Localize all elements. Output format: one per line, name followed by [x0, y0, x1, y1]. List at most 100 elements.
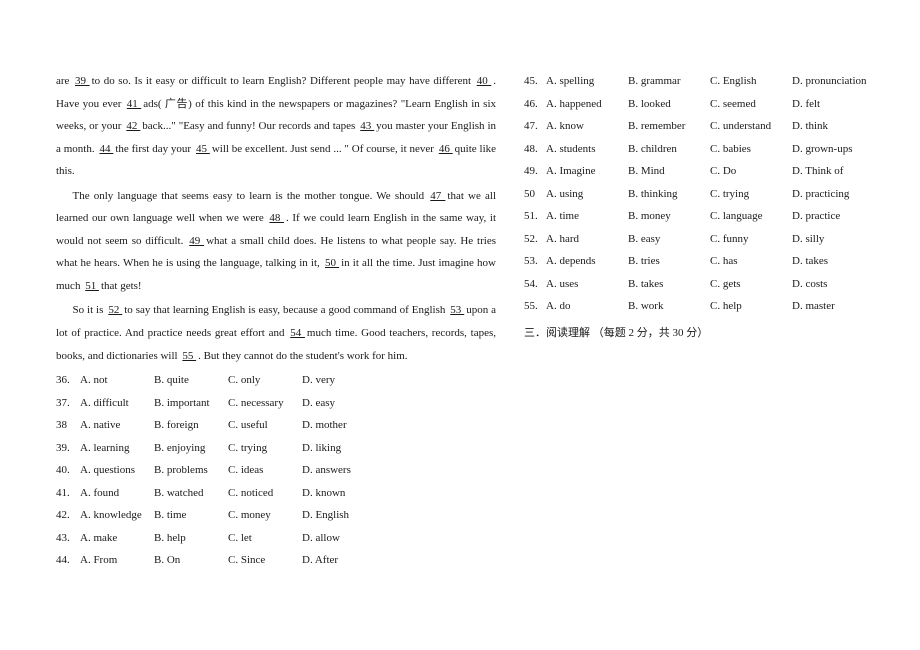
option-choice: B. work: [628, 295, 710, 318]
option-row: 53.A. dependsB. triesC. hasD. takes: [524, 250, 882, 273]
option-choice: A. not: [80, 369, 154, 392]
option-row: 42.A. knowledgeB. timeC. moneyD. English: [56, 504, 496, 527]
option-choice: B. takes: [628, 273, 710, 296]
option-choice: B. watched: [154, 482, 228, 505]
text: the first day your: [115, 143, 194, 155]
option-number: 51.: [524, 205, 546, 228]
option-number: 45.: [524, 70, 546, 93]
option-row: 47.A. knowB. rememberC. understandD. thi…: [524, 115, 882, 138]
option-number: 43.: [56, 527, 80, 550]
option-choice: A. do: [546, 295, 628, 318]
cloze-paragraph-2: The only language that seems easy to lea…: [56, 185, 496, 298]
option-row: 54.A. usesB. takesC. getsD. costs: [524, 273, 882, 296]
page: are 39 to do so. Is it easy or difficult…: [0, 0, 920, 650]
option-choice: D. takes: [792, 250, 874, 273]
option-choice: B. problems: [154, 459, 228, 482]
option-choice: A. students: [546, 138, 628, 161]
option-choice: B. tries: [628, 250, 710, 273]
text: back..." "Easy and funny! Our records an…: [142, 120, 358, 132]
option-choice: A. Imagine: [546, 160, 628, 183]
option-choice: B. On: [154, 549, 228, 572]
option-choice: A. uses: [546, 273, 628, 296]
option-number: 38: [56, 414, 80, 437]
option-number: 40.: [56, 459, 80, 482]
option-choice: B. easy: [628, 228, 710, 251]
option-choice: B. quite: [154, 369, 228, 392]
option-row: 55.A. doB. workC. helpD. master: [524, 295, 882, 318]
option-choice: B. grammar: [628, 70, 710, 93]
option-number: 36.: [56, 369, 80, 392]
option-choice: B. remember: [628, 115, 710, 138]
blank-42: 42: [124, 120, 142, 132]
left-column: are 39 to do so. Is it easy or difficult…: [56, 70, 496, 620]
blank-47: 47: [428, 190, 447, 202]
option-choice: A. know: [546, 115, 628, 138]
option-choice: A. time: [546, 205, 628, 228]
option-choice: A. From: [80, 549, 154, 572]
blank-52: 52: [106, 304, 124, 316]
option-choice: C. necessary: [228, 392, 302, 415]
option-choice: D. grown-ups: [792, 138, 874, 161]
text: . But they cannot do the student's work …: [198, 350, 407, 362]
option-choice: D. very: [302, 369, 376, 392]
option-row: 41.A. foundB. watchedC. noticedD. known: [56, 482, 496, 505]
option-choice: C. only: [228, 369, 302, 392]
blank-53: 53: [448, 304, 466, 316]
option-choice: C. Since: [228, 549, 302, 572]
option-choice: D. mother: [302, 414, 376, 437]
option-choice: C. help: [710, 295, 792, 318]
option-row: 39.A. learningB. enjoyingC. tryingD. lik…: [56, 437, 496, 460]
option-choice: C. useful: [228, 414, 302, 437]
option-choice: D. answers: [302, 459, 376, 482]
option-choice: C. seemed: [710, 93, 792, 116]
option-number: 42.: [56, 504, 80, 527]
option-choice: B. important: [154, 392, 228, 415]
option-choice: B. Mind: [628, 160, 710, 183]
option-choice: D. liking: [302, 437, 376, 460]
option-choice: D. silly: [792, 228, 874, 251]
option-row: 38A. nativeB. foreignC. usefulD. mother: [56, 414, 496, 437]
option-choice: B. children: [628, 138, 710, 161]
option-number: 49.: [524, 160, 546, 183]
cloze-paragraph-3: So it is 52 to say that learning English…: [56, 299, 496, 367]
option-choice: B. help: [154, 527, 228, 550]
option-choice: C. money: [228, 504, 302, 527]
option-choice: D. practicing: [792, 183, 874, 206]
option-number: 48.: [524, 138, 546, 161]
option-choice: A. depends: [546, 250, 628, 273]
option-number: 55.: [524, 295, 546, 318]
option-choice: D. costs: [792, 273, 874, 296]
cloze-paragraph-1: are 39 to do so. Is it easy or difficult…: [56, 70, 496, 183]
right-column: 45.A. spellingB. grammarC. EnglishD. pro…: [524, 70, 882, 620]
option-choice: A. learning: [80, 437, 154, 460]
option-choice: C. let: [228, 527, 302, 550]
option-row: 40.A. questionsB. problemsC. ideasD. ans…: [56, 459, 496, 482]
option-choice: C. has: [710, 250, 792, 273]
option-choice: C. funny: [710, 228, 792, 251]
option-choice: A. using: [546, 183, 628, 206]
blank-39: 39: [73, 75, 92, 87]
blank-46: 46: [437, 143, 455, 155]
option-choice: C. trying: [228, 437, 302, 460]
option-row: 52.A. hardB. easyC. funnyD. silly: [524, 228, 882, 251]
blank-54: 54: [288, 327, 307, 339]
option-choice: B. enjoying: [154, 437, 228, 460]
option-number: 39.: [56, 437, 80, 460]
option-row: 51.A. timeB. moneyC. languageD. practice: [524, 205, 882, 228]
option-number: 44.: [56, 549, 80, 572]
option-row: 49.A. ImagineB. MindC. DoD. Think of: [524, 160, 882, 183]
option-row: 43.A. makeB. helpC. letD. allow: [56, 527, 496, 550]
text: are: [56, 75, 73, 87]
option-row: 46.A. happenedB. lookedC. seemedD. felt: [524, 93, 882, 116]
option-choice: D. After: [302, 549, 376, 572]
text: that gets!: [101, 280, 142, 292]
option-choice: D. practice: [792, 205, 874, 228]
option-choice: C. understand: [710, 115, 792, 138]
option-row: 44.A. FromB. OnC. SinceD. After: [56, 549, 496, 572]
option-choice: D. Think of: [792, 160, 874, 183]
option-choice: B. money: [628, 205, 710, 228]
option-choice: D. English: [302, 504, 376, 527]
option-row: 48.A. studentsB. childrenC. babiesD. gro…: [524, 138, 882, 161]
option-row: 45.A. spellingB. grammarC. EnglishD. pro…: [524, 70, 882, 93]
blank-45: 45: [194, 143, 212, 155]
